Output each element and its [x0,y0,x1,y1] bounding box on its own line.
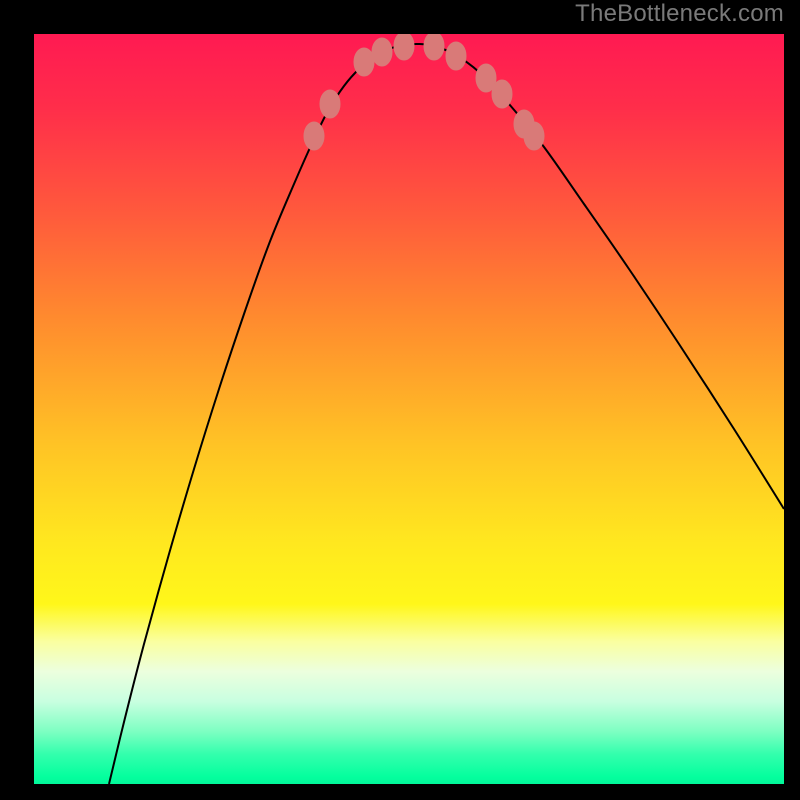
curve-marker [524,122,544,150]
curve-marker [492,80,512,108]
bottleneck-curve-svg [34,34,784,784]
plot-area [34,34,784,784]
curve-marker [394,34,414,60]
curve-marker [320,90,340,118]
curve-marker [304,122,324,150]
chart-frame: TheBottleneck.com [0,0,800,800]
curve-marker [424,34,444,60]
bottleneck-curve-path [109,44,784,784]
watermark-label: TheBottleneck.com [575,0,784,28]
curve-marker [372,38,392,66]
curve-marker [446,42,466,70]
curve-marker [354,48,374,76]
